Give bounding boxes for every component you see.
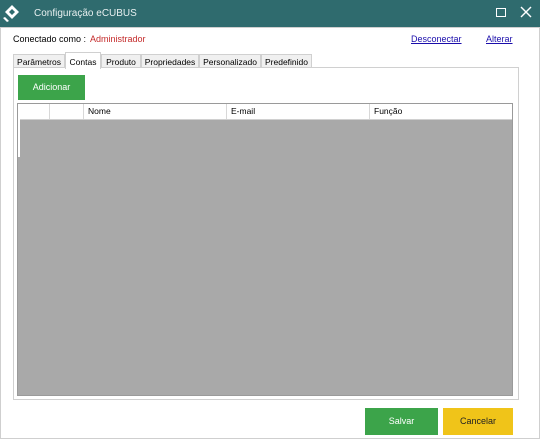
column-header-select[interactable] bbox=[18, 104, 49, 119]
column-header-icon[interactable] bbox=[49, 104, 83, 119]
tab-produto[interactable]: Produto bbox=[101, 54, 141, 68]
tab-predefinido[interactable]: Predefinido bbox=[261, 54, 312, 68]
connected-as-label: Conectado como : bbox=[13, 34, 87, 44]
row-header-stub bbox=[18, 119, 20, 157]
title-bar: Configuração eCUBUS bbox=[0, 0, 540, 27]
save-button[interactable]: Salvar bbox=[365, 408, 438, 435]
disconnect-link[interactable]: Desconectar bbox=[411, 34, 462, 44]
table-header: Nome E-mail Função bbox=[18, 104, 512, 120]
app-logo-icon bbox=[3, 5, 19, 22]
close-icon[interactable] bbox=[520, 6, 532, 18]
tab-propriedades[interactable]: Propriedades bbox=[141, 54, 199, 68]
column-header-funcao[interactable]: Função bbox=[369, 104, 512, 119]
accounts-table[interactable]: Nome E-mail Função bbox=[17, 103, 513, 396]
cancel-button[interactable]: Cancelar bbox=[443, 408, 513, 435]
connected-user: Administrador bbox=[90, 34, 146, 44]
window-title: Configuração eCUBUS bbox=[34, 8, 137, 19]
change-link[interactable]: Alterar bbox=[486, 34, 513, 44]
tab-personalizado[interactable]: Personalizado bbox=[199, 54, 261, 68]
column-header-nome[interactable]: Nome bbox=[83, 104, 226, 119]
tab-contas[interactable]: Contas bbox=[65, 52, 101, 69]
maximize-icon[interactable] bbox=[496, 8, 506, 17]
add-account-button[interactable]: Adicionar bbox=[18, 75, 85, 100]
column-header-email[interactable]: E-mail bbox=[226, 104, 369, 119]
tab-parametros[interactable]: Parâmetros bbox=[13, 54, 65, 68]
